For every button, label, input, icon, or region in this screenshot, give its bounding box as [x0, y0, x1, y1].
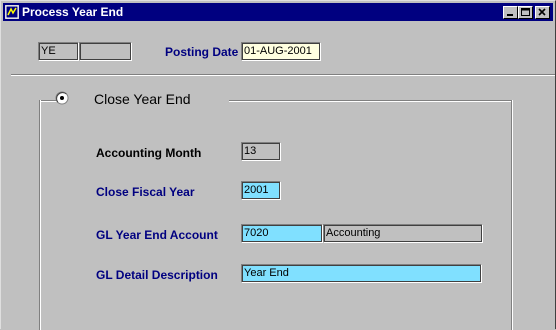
accounting-month-label: Accounting Month: [96, 146, 202, 160]
close-icon: [538, 8, 546, 16]
maximize-icon: [521, 8, 530, 16]
close-fiscal-year-label: Close Fiscal Year: [96, 185, 195, 199]
group-frame-left: [39, 100, 41, 330]
group-frame-right: [511, 100, 513, 330]
close-fiscal-year-input[interactable]: 2001: [241, 181, 281, 200]
oracle-forms-icon: [5, 5, 19, 19]
maximize-button[interactable]: [518, 6, 533, 19]
gl-detail-description-input[interactable]: Year End: [241, 264, 482, 283]
process-year-end-window: Process Year End YE Posting Date 01-AUG-…: [0, 0, 556, 330]
header-separator: [11, 74, 555, 76]
close-year-end-radio[interactable]: [55, 91, 69, 105]
window-title: Process Year End: [22, 5, 124, 19]
accounting-month-field[interactable]: 13: [241, 142, 281, 161]
year-end-code-field[interactable]: YE: [38, 42, 79, 61]
close-button[interactable]: [535, 6, 550, 19]
gl-detail-description-label: GL Detail Description: [96, 268, 218, 282]
gl-year-end-account-input[interactable]: 7020: [241, 224, 323, 243]
posting-date-label: Posting Date: [165, 45, 239, 59]
close-year-end-title: Close Year End: [94, 91, 197, 107]
group-frame-top-right: [229, 100, 511, 102]
gl-year-end-account-label: GL Year End Account: [96, 228, 218, 242]
year-end-code-extra-field[interactable]: [79, 42, 132, 61]
posting-date-input[interactable]: 01-AUG-2001: [241, 42, 321, 61]
minimize-button[interactable]: [503, 6, 518, 19]
gl-year-end-account-description[interactable]: Accounting: [323, 224, 483, 243]
minimize-icon: [507, 14, 513, 16]
title-bar[interactable]: Process Year End: [3, 3, 553, 21]
